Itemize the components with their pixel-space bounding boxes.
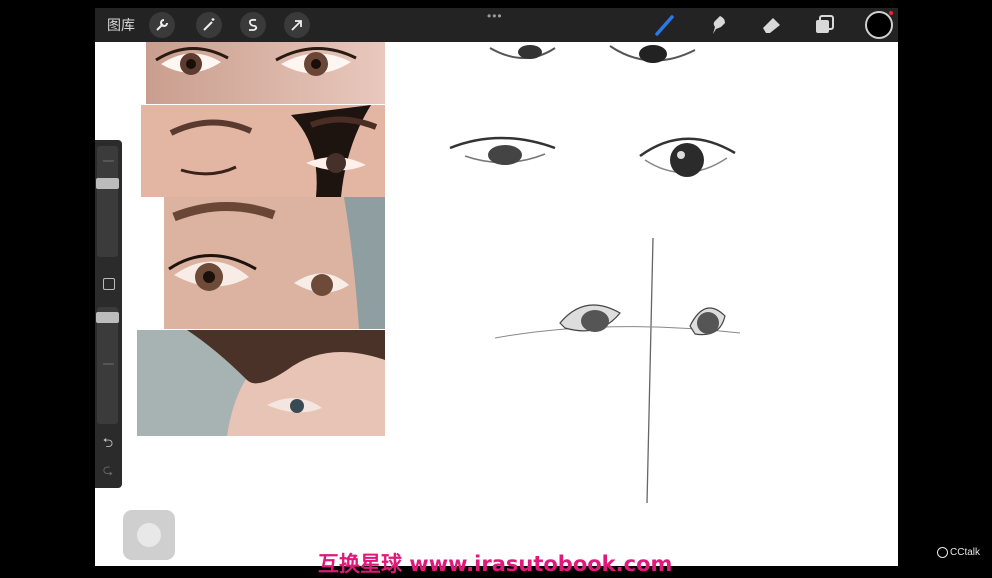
color-picker-button[interactable]	[865, 11, 893, 39]
quickmenu-inner-circle	[137, 523, 161, 547]
cctalk-logo: CCtalk	[937, 547, 980, 558]
reference-photo-1	[146, 42, 385, 104]
brush-size-knob[interactable]	[96, 178, 119, 189]
color-indicator-dot	[889, 11, 893, 15]
brush-size-slider[interactable]	[97, 146, 118, 257]
undo-icon[interactable]: ⮌	[100, 436, 116, 450]
wrench-icon[interactable]	[149, 12, 175, 38]
left-sidebar: ⮌ ⮎	[95, 140, 122, 488]
eye-sketches	[449, 45, 741, 504]
redo-icon[interactable]: ⮎	[100, 463, 116, 477]
brush-icon[interactable]	[653, 13, 677, 37]
move-arrow-icon[interactable]	[284, 12, 310, 38]
selection-s-icon[interactable]	[240, 12, 266, 38]
reference-photo-2	[141, 105, 385, 197]
gallery-button[interactable]: 图库	[107, 15, 135, 35]
eraser-icon[interactable]	[760, 13, 784, 37]
cctalk-ring-icon	[937, 547, 948, 558]
more-options-dots[interactable]: •••	[487, 9, 503, 23]
smudge-icon[interactable]	[707, 13, 731, 37]
reference-photo-3	[164, 197, 385, 329]
cctalk-label: CCtalk	[950, 547, 981, 558]
slider-tick	[103, 363, 114, 365]
modify-button[interactable]	[103, 278, 115, 290]
top-toolbar: 图库 •••	[95, 8, 898, 42]
opacity-knob[interactable]	[96, 312, 119, 323]
layers-icon[interactable]	[813, 13, 837, 37]
quickmenu-button[interactable]	[123, 510, 175, 560]
slider-tick	[103, 160, 114, 162]
magic-wand-icon[interactable]	[196, 12, 222, 38]
reference-photo-4	[137, 330, 385, 436]
opacity-slider[interactable]	[97, 307, 118, 424]
drawing-canvas[interactable]	[95, 8, 898, 566]
watermark-text: 互换星球 www.irasutobook.com	[318, 552, 673, 576]
